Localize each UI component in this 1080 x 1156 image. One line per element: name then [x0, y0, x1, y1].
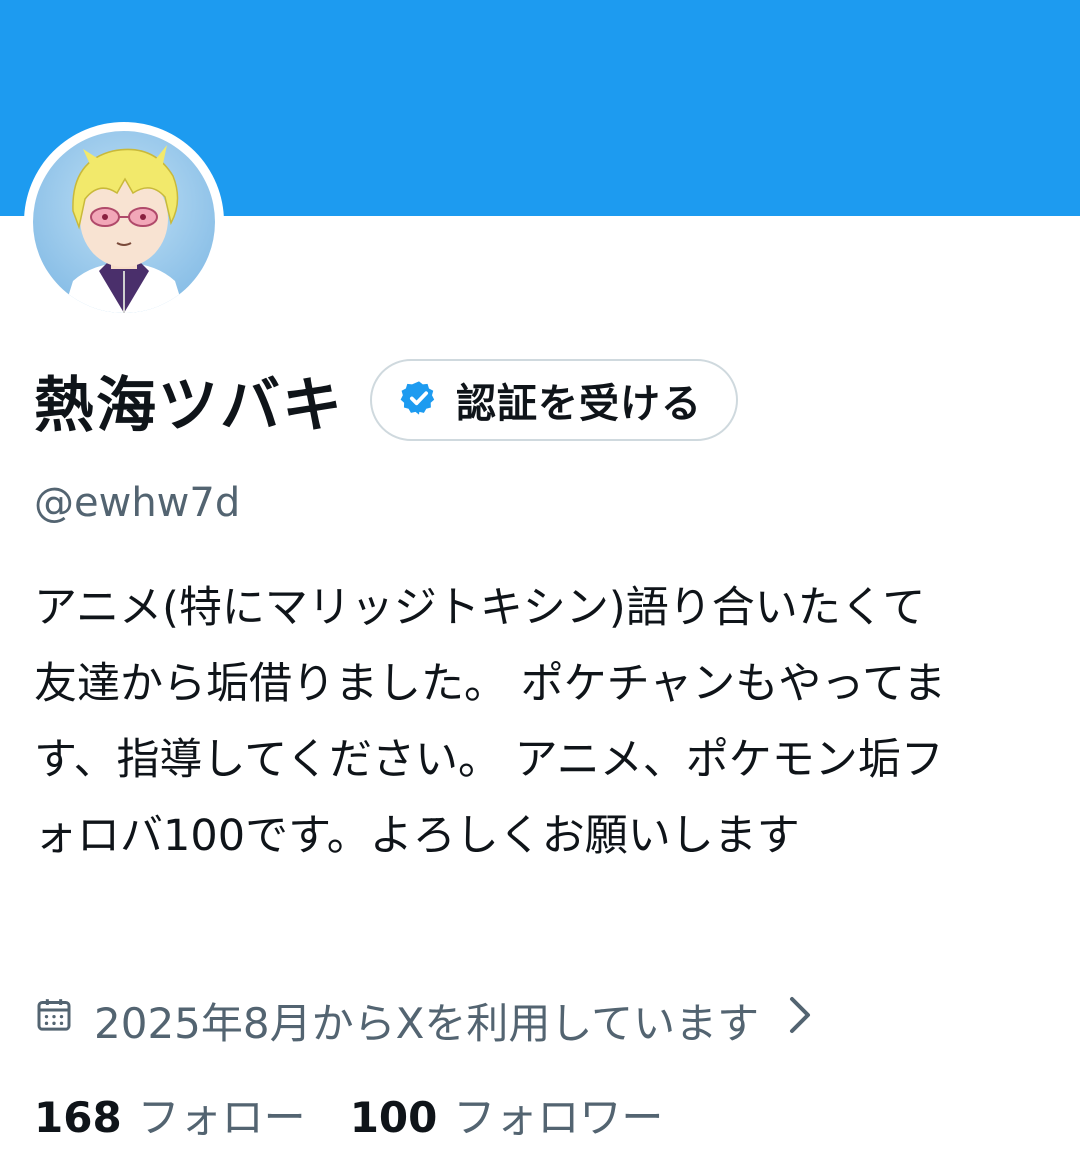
- verified-badge-icon: [400, 379, 438, 421]
- display-name: 熱海ツバキ: [34, 370, 344, 441]
- joined-date-row[interactable]: 2025年8月からXを利用しています: [34, 992, 813, 1048]
- name-row: 熱海ツバキ 認証を受ける: [34, 356, 738, 444]
- handle: @ewhw7d: [34, 480, 241, 526]
- calendar-icon: [34, 995, 74, 1045]
- joined-date-text: 2025年8月からXを利用しています: [94, 998, 760, 1048]
- avatar[interactable]: [33, 131, 215, 313]
- following-link[interactable]: 168 フォロー: [34, 1084, 306, 1145]
- get-verified-label: 認証を受ける: [456, 381, 702, 427]
- followers-label: フォロワー: [453, 1092, 664, 1142]
- follow-stats: 168 フォロー 100 フォロワー: [34, 1086, 663, 1142]
- following-label: フォロー: [137, 1092, 306, 1142]
- bio-line: す、指導してください。 アニメ、ポケモン垢フ: [34, 735, 944, 785]
- get-verified-button[interactable]: 認証を受ける: [370, 359, 738, 441]
- following-count: 168: [34, 1092, 122, 1142]
- bio-line: ォロバ100です。よろしくお願いします: [34, 811, 800, 861]
- bio: アニメ(特にマリッジトキシン)語り合いたくて 友達から垢借りました。 ポケチャン…: [34, 570, 1054, 874]
- followers-link[interactable]: 100 フォロワー: [350, 1084, 664, 1145]
- bio-line: 友達から垢借りました。 ポケチャンもやってま: [34, 659, 946, 709]
- followers-count: 100: [349, 1092, 438, 1142]
- bio-line: アニメ(特にマリッジトキシン)語り合いたくて: [34, 583, 926, 633]
- avatar-border: [24, 122, 224, 322]
- chevron-right-icon: [787, 995, 813, 1045]
